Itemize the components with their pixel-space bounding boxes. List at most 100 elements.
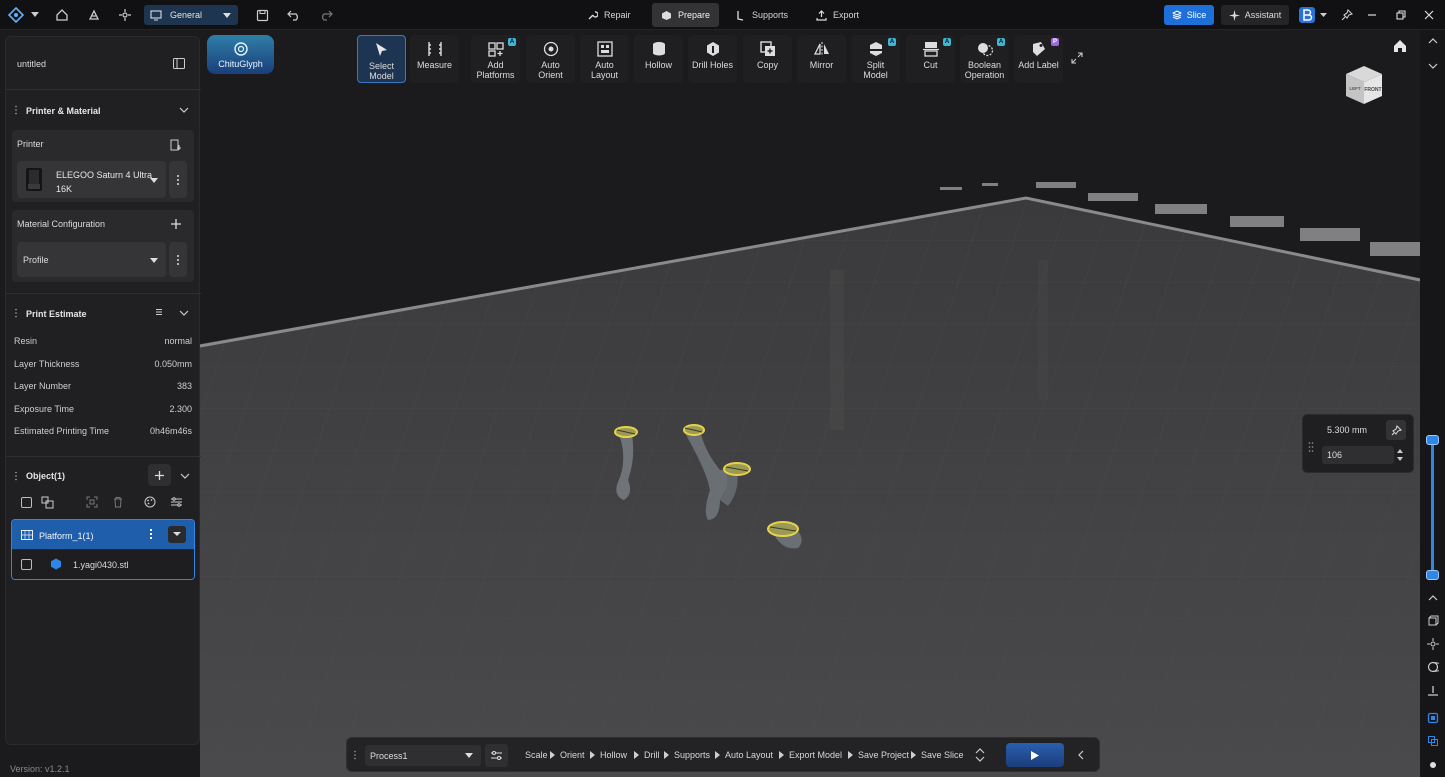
minimize-icon[interactable] [1362,5,1382,25]
step-auto-layout[interactable]: Auto Layout [725,750,773,760]
step-hollow[interactable]: Hollow [600,750,627,760]
right-rail [1420,30,1445,777]
tool-mirror[interactable]: Mirror [797,35,846,83]
undo-icon[interactable] [284,5,304,25]
network-icon[interactable] [115,5,135,25]
process-select[interactable]: Process1 [365,745,481,766]
drag-handle-icon[interactable] [14,308,18,318]
step-save-slice[interactable]: Save Slice [921,750,964,760]
tool-cut[interactable]: Cut A [906,35,955,83]
rotate-view-icon[interactable] [1426,660,1439,673]
tool-copy[interactable]: Copy [743,35,792,83]
platform-row[interactable]: Platform_1(1) [12,520,194,549]
tool-add-label[interactable]: Add Label P [1014,35,1063,83]
printer-settings-icon[interactable] [170,139,182,151]
chevron-up-icon[interactable] [1426,591,1439,604]
home-icon[interactable] [52,5,72,25]
profile-select[interactable]: Profile [17,242,166,277]
tool-drill-holes[interactable]: Drill Holes [688,35,737,83]
layer-slider-track[interactable] [1431,440,1434,575]
material-more-button[interactable] [169,242,187,277]
tab-export[interactable]: Export [807,3,868,27]
reorder-steps-icon[interactable] [975,748,985,762]
collapse-section-icon[interactable] [179,107,189,113]
group-icon[interactable] [41,496,54,509]
trash-icon[interactable] [112,496,124,508]
step-scale[interactable]: Scale [525,750,548,760]
view-cube[interactable]: FRONT LEFT [1342,62,1386,106]
drag-handle-icon[interactable] [1308,441,1314,453]
tab-prepare[interactable]: Prepare [652,3,720,27]
step-orient[interactable]: Orient [560,750,585,760]
app-logo-icon[interactable] [6,5,26,25]
collapse-up-icon[interactable] [1426,34,1439,47]
run-process-button[interactable] [1006,743,1064,767]
layer-number-input[interactable]: 106 [1322,446,1394,464]
xray-view-icon[interactable] [1426,734,1439,747]
palette-icon[interactable] [144,496,156,508]
printer-name-line2: 16K [56,184,73,194]
workspace-select[interactable]: General [144,5,238,25]
object-row[interactable]: 1.yagi0430.stl [12,550,194,579]
platform-expand-button[interactable] [168,526,186,543]
restore-icon[interactable] [1391,5,1411,25]
brand-menu-chevron-icon[interactable] [1318,5,1328,25]
printer-shape-icon[interactable] [84,5,104,25]
tool-hollow[interactable]: Hollow [634,35,683,83]
select-all-checkbox[interactable] [21,497,32,508]
chevron-down-icon[interactable] [1426,59,1439,72]
drag-handle-icon[interactable] [353,750,357,760]
save-icon[interactable] [252,5,272,25]
expand-toolbar-icon[interactable] [1071,52,1085,66]
ground-icon[interactable] [1426,684,1439,697]
step-drill[interactable]: Drill [644,750,660,760]
process-settings-button[interactable] [485,744,508,767]
slice-button[interactable]: Slice [1164,5,1214,25]
tool-select-model[interactable]: Select Model [357,35,406,83]
step-save-project[interactable]: Save Project [858,750,909,760]
layer-slider-bottom-handle[interactable] [1426,570,1439,580]
redo-icon[interactable] [316,5,336,25]
estimate-list-icon[interactable] [155,308,163,316]
home-view-icon[interactable] [1392,38,1408,54]
add-material-icon[interactable] [170,218,182,230]
drag-handle-icon[interactable] [14,471,18,481]
add-object-button[interactable] [148,464,171,486]
chituglyph-button[interactable]: ChituGlyph [207,35,274,74]
step-export-model[interactable]: Export Model [789,750,842,760]
tool-add-platforms[interactable]: Add Platforms A [471,35,520,83]
tab-supports[interactable]: Supports [726,3,797,27]
assistant-button[interactable]: Assistant [1221,5,1289,25]
estimate-label: Resin [14,336,38,346]
printer-more-button[interactable] [169,161,187,198]
printer-select[interactable]: ELEGOO Saturn 4 Ultra 16K [17,161,166,198]
layer-slider-top-handle[interactable] [1426,435,1439,445]
layer-stepper[interactable] [1396,447,1406,463]
dot-icon[interactable] [1426,758,1439,771]
tool-auto-layout[interactable]: Auto Layout [580,35,629,83]
solid-view-icon[interactable] [1426,711,1439,724]
step-supports[interactable]: Supports [674,750,710,760]
collapse-section-icon[interactable] [179,310,189,316]
object-checkbox[interactable] [21,559,32,570]
filter-icon[interactable] [170,496,183,508]
collapse-section-icon[interactable] [180,473,190,479]
app-menu-chevron-icon[interactable] [28,5,42,25]
tool-split-model[interactable]: Split Model A [851,35,900,83]
frame-icon[interactable] [86,496,98,508]
pin-icon[interactable] [1337,5,1357,25]
tool-measure[interactable]: Measure [410,35,459,83]
tool-boolean-operation[interactable]: Boolean Operation A [960,35,1009,83]
sidebar-toggle-icon[interactable] [173,58,185,69]
tool-auto-orient[interactable]: Auto Orient [526,35,575,83]
perspective-icon[interactable] [1426,614,1439,627]
pin-layer-button[interactable] [1386,420,1406,440]
close-icon[interactable] [1419,5,1439,25]
drag-handle-icon[interactable] [14,105,24,115]
tab-repair[interactable]: Repair [578,3,640,27]
focus-icon[interactable] [1426,637,1439,650]
brand-b-icon[interactable] [1298,5,1316,25]
platform-more-button[interactable] [148,529,154,541]
collapse-bar-icon[interactable] [1078,750,1084,760]
3d-viewport[interactable]: FRONT LEFT [200,30,1420,777]
